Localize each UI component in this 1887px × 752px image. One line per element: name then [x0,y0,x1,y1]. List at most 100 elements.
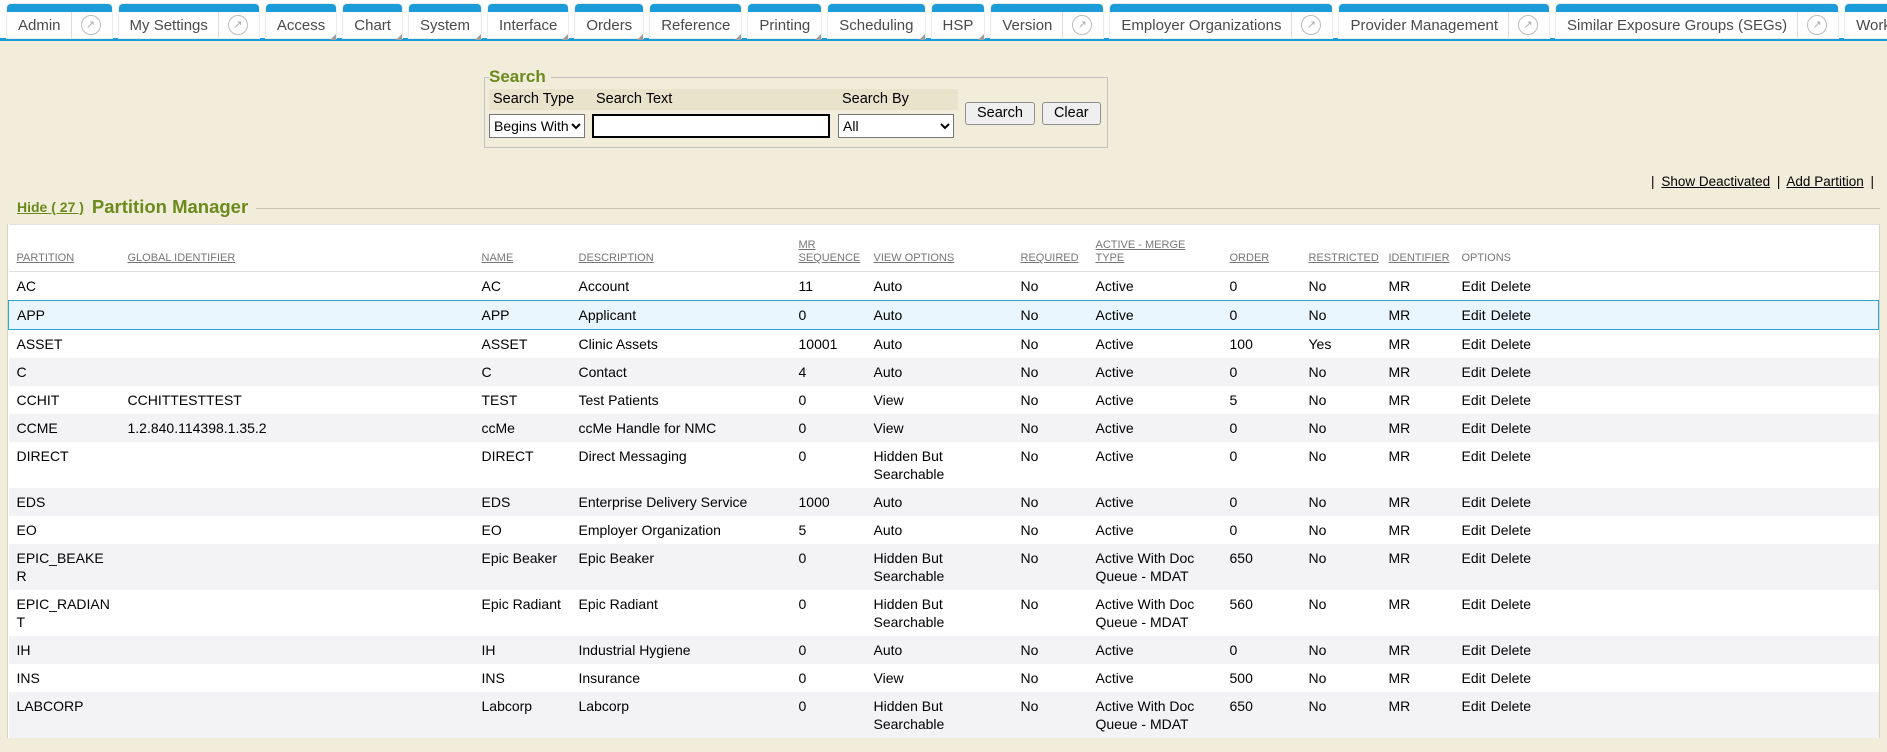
sort-link-global-identifier[interactable]: GLOBAL IDENTIFIER [128,252,236,265]
edit-link[interactable]: Edit [1462,596,1486,612]
cell-options: Edit Delete [1454,442,1879,488]
open-new-window-icon[interactable]: ↗ [1072,15,1092,35]
delete-link[interactable]: Delete [1491,698,1531,714]
search-button[interactable]: Search [965,102,1035,125]
sort-link-partition[interactable]: PARTITION [17,252,75,265]
nav-tab-provider-management[interactable]: Provider Management↗ [1339,4,1549,38]
delete-link[interactable]: Delete [1491,336,1531,352]
table-row-ac[interactable]: ACACAccount11AutoNoActive0NoMREditDelete [9,272,1879,301]
delete-link[interactable]: Delete [1491,550,1531,566]
sort-link-active-merge-type[interactable]: ACTIVE - MERGE TYPE [1096,239,1194,265]
delete-link[interactable]: Delete [1491,278,1531,294]
sort-link-required[interactable]: REQUIRED [1021,252,1079,265]
nav-tab-scheduling[interactable]: Scheduling [828,4,924,38]
cell-options: Edit Delete [1454,664,1879,692]
nav-tab-access[interactable]: Access [266,4,336,38]
nav-tab-similar-exposure-groups-segs[interactable]: Similar Exposure Groups (SEGs)↗ [1556,4,1838,38]
dropdown-corner-icon [978,34,984,40]
nav-tab-label: Chart [354,12,391,38]
delete-link[interactable]: Delete [1491,420,1531,436]
dropdown-corner-icon [637,34,643,40]
nav-tab-chart[interactable]: Chart [343,4,402,38]
show-deactivated-link[interactable]: Show Deactivated [1661,174,1770,189]
nav-tab-work-locations[interactable]: Work Locations↗ [1845,4,1887,38]
edit-link[interactable]: Edit [1462,448,1486,464]
open-new-window-icon[interactable]: ↗ [81,15,101,35]
edit-link[interactable]: Edit [1462,392,1486,408]
open-new-window-icon[interactable]: ↗ [1301,15,1321,35]
edit-link[interactable]: Edit [1462,364,1486,380]
table-row-ins[interactable]: INSINSInsurance0ViewNoActive500NoMREditD… [9,664,1879,692]
edit-link[interactable]: Edit [1462,522,1486,538]
sort-link-view-options[interactable]: VIEW OPTIONS [874,252,955,265]
nav-tab-my-settings[interactable]: My Settings↗ [119,4,259,38]
nav-tab-employer-organizations[interactable]: Employer Organizations↗ [1110,4,1332,38]
cell-options: Edit Delete [1454,414,1879,442]
delete-link[interactable]: Delete [1491,670,1531,686]
search-by-select[interactable]: All [838,114,954,138]
cell-restricted: No [1301,386,1381,414]
edit-link[interactable]: Edit [1462,307,1486,323]
table-row-epic-beaker[interactable]: EPIC_BEAKEREpic BeakerEpic Beaker0Hidden… [9,544,1879,590]
clear-button[interactable]: Clear [1042,102,1101,125]
cell-mr-sequence: 0 [791,442,866,488]
nav-tab-admin[interactable]: Admin↗ [7,4,112,38]
sort-link-mr-sequence[interactable]: MR SEQUENCE [799,239,861,265]
edit-link[interactable]: Edit [1462,278,1486,294]
search-type-select[interactable]: Begins With [489,114,585,138]
table-row-direct[interactable]: DIRECTDIRECTDirect Messaging0Hidden But … [9,442,1879,488]
table-row-asset[interactable]: ASSETASSETClinic Assets10001AutoNoActive… [9,330,1879,359]
cell-identifier: MR [1381,488,1454,516]
nav-tab-interface[interactable]: Interface [488,4,568,38]
table-row-cchit[interactable]: CCHITCCHITTESTTESTTESTTest Patients0View… [9,386,1879,414]
sort-link-order[interactable]: ORDER [1230,252,1270,265]
search-text-input[interactable] [592,114,830,138]
cell-mr-sequence: 4 [791,358,866,386]
edit-link[interactable]: Edit [1462,550,1486,566]
cell-global-identifier: CCHITTESTTEST [120,386,474,414]
delete-link[interactable]: Delete [1491,392,1531,408]
edit-link[interactable]: Edit [1462,420,1486,436]
nav-tab-orders[interactable]: Orders [575,4,643,38]
delete-link[interactable]: Delete [1491,307,1531,323]
edit-link[interactable]: Edit [1462,642,1486,658]
nav-tab-reference[interactable]: Reference [650,4,741,38]
sort-link-description[interactable]: DESCRIPTION [579,252,654,265]
table-row-eo[interactable]: EOEOEmployer Organization5AutoNoActive0N… [9,516,1879,544]
delete-link[interactable]: Delete [1491,642,1531,658]
table-row-eds[interactable]: EDSEDSEnterprise Delivery Service1000Aut… [9,488,1879,516]
open-new-window-icon[interactable]: ↗ [1518,15,1538,35]
table-row-epic-radiant[interactable]: EPIC_RADIANTEpic RadiantEpic Radiant0Hid… [9,590,1879,636]
edit-link[interactable]: Edit [1462,698,1486,714]
sort-link-name[interactable]: NAME [482,252,514,265]
cell-mr-sequence: 0 [791,692,866,738]
table-row-ccme[interactable]: CCME1.2.840.114398.1.35.2ccMeccMe Handle… [9,414,1879,442]
table-row-c[interactable]: CCContact4AutoNoActive0NoMREditDelete [9,358,1879,386]
edit-link[interactable]: Edit [1462,494,1486,510]
nav-tab-printing[interactable]: Printing [748,4,821,38]
delete-link[interactable]: Delete [1491,448,1531,464]
sort-link-restricted[interactable]: RESTRICTED [1309,252,1379,265]
cell-global-identifier: 1.2.840.114398.1.35.2 [120,414,474,442]
delete-link[interactable]: Delete [1491,596,1531,612]
table-row-ih[interactable]: IHIHIndustrial Hygiene0AutoNoActive0NoMR… [9,636,1879,664]
add-partition-link[interactable]: Add Partition [1786,174,1863,189]
delete-link[interactable]: Delete [1491,364,1531,380]
table-row-labcorp[interactable]: LABCORPLabcorpLabcorp0Hidden But Searcha… [9,692,1879,738]
delete-link[interactable]: Delete [1491,494,1531,510]
cell-order: 650 [1222,544,1301,590]
nav-tab-version[interactable]: Version↗ [991,4,1103,38]
nav-tab-system[interactable]: System [409,4,481,38]
edit-link[interactable]: Edit [1462,670,1486,686]
column-header-order: ORDER [1222,225,1301,272]
sort-link-identifier[interactable]: IDENTIFIER [1389,252,1450,265]
cell-options: Edit Delete [1454,272,1879,301]
nav-tab-hsp[interactable]: HSP [932,4,985,38]
edit-link[interactable]: Edit [1462,336,1486,352]
table-row-app[interactable]: APPAPPApplicant0AutoNoActive0NoMREditDel… [9,301,1879,330]
open-new-window-icon[interactable]: ↗ [228,15,248,35]
open-new-window-icon[interactable]: ↗ [1807,15,1827,35]
delete-link[interactable]: Delete [1491,522,1531,538]
hide-count-link[interactable]: Hide ( 27 ) [17,199,84,215]
partition-table-body: ACACAccount11AutoNoActive0NoMREditDelete… [9,272,1879,739]
